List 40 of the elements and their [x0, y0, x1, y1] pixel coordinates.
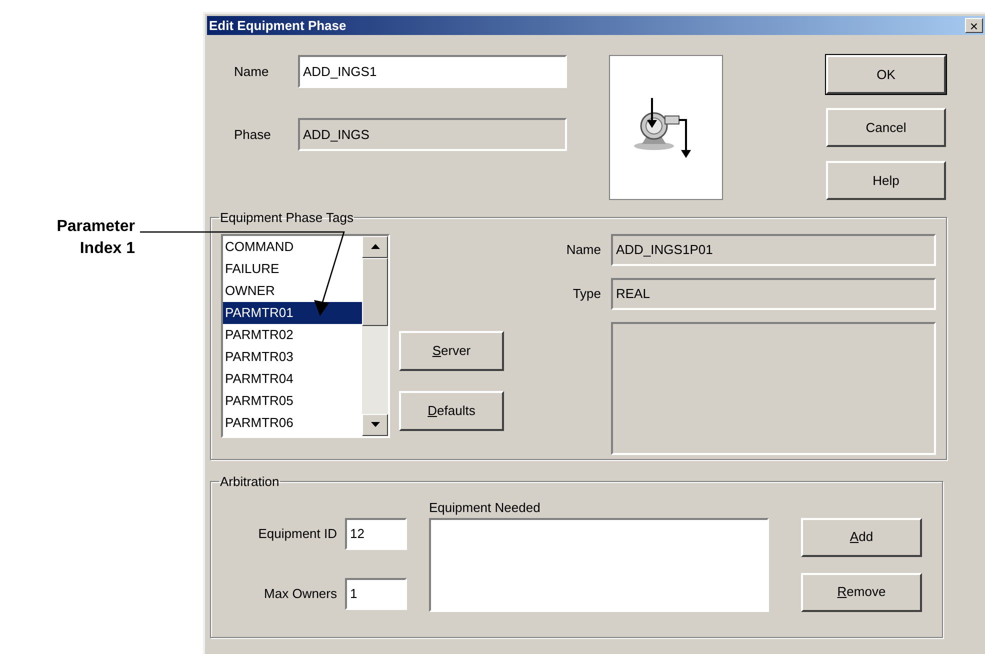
window-title: Edit Equipment Phase — [208, 16, 346, 35]
list-item[interactable]: PARMTR05 — [223, 390, 362, 412]
list-item[interactable]: FAILURE — [223, 258, 362, 280]
dialog-button[interactable]: Cancel — [826, 108, 946, 147]
group-title: Equipment Phase Tags — [219, 209, 354, 227]
tag-list[interactable]: COMMAND FAILURE OWNER PARMTR01 PARMTR02 PARMTR03 PARMTR04 PARMTR05 PARMTR06 — [221, 234, 390, 438]
list-item[interactable]: PARMTR02 — [223, 324, 362, 346]
text-field[interactable]: ADD_INGS1 — [298, 55, 567, 88]
annotation-text: Index 1 — [80, 239, 135, 259]
list-item[interactable]: PARMTR03 — [223, 346, 362, 368]
equipment-list[interactable] — [429, 518, 769, 612]
field-label: Name — [234, 62, 270, 81]
list-label: Equipment Needed — [429, 498, 542, 517]
dialog-button[interactable]: Defaults — [399, 390, 504, 430]
field-label: Phase — [234, 126, 272, 144]
text-field[interactable]: 12 — [345, 518, 407, 550]
field-label: Name — [565, 240, 602, 259]
scroll-thumb[interactable] — [362, 258, 388, 326]
list-item[interactable]: PARMTR06 — [223, 412, 362, 434]
dialog-button[interactable]: Remove — [801, 572, 922, 612]
scrollbar[interactable] — [362, 236, 388, 436]
dialog-button[interactable]: OK — [826, 55, 946, 94]
text-field[interactable]: 1 — [345, 578, 407, 610]
dialog-button[interactable]: Server — [399, 330, 504, 370]
text-field[interactable]: REAL — [611, 278, 936, 310]
down-arrow-icon — [370, 422, 380, 427]
field-label: Max Owners — [263, 584, 338, 603]
list-item[interactable]: PARMTR01 — [223, 302, 362, 324]
text-field[interactable]: ADD_INGS1P01 — [611, 234, 936, 266]
field-label: Equipment ID — [257, 524, 338, 543]
list-item[interactable]: PARMTR04 — [223, 368, 362, 390]
field-label: Type — [572, 284, 602, 303]
annotation-text: Parameter — [56, 217, 135, 237]
list-item[interactable]: COMMAND — [223, 236, 362, 258]
list-item[interactable]: OWNER — [223, 280, 362, 302]
up-arrow-icon — [370, 244, 380, 249]
close-button[interactable]: × — [965, 18, 983, 33]
group-title: Arbitration — [219, 473, 280, 491]
dialog-button[interactable]: Add — [801, 518, 922, 556]
dialog-button[interactable]: Help — [826, 161, 946, 200]
